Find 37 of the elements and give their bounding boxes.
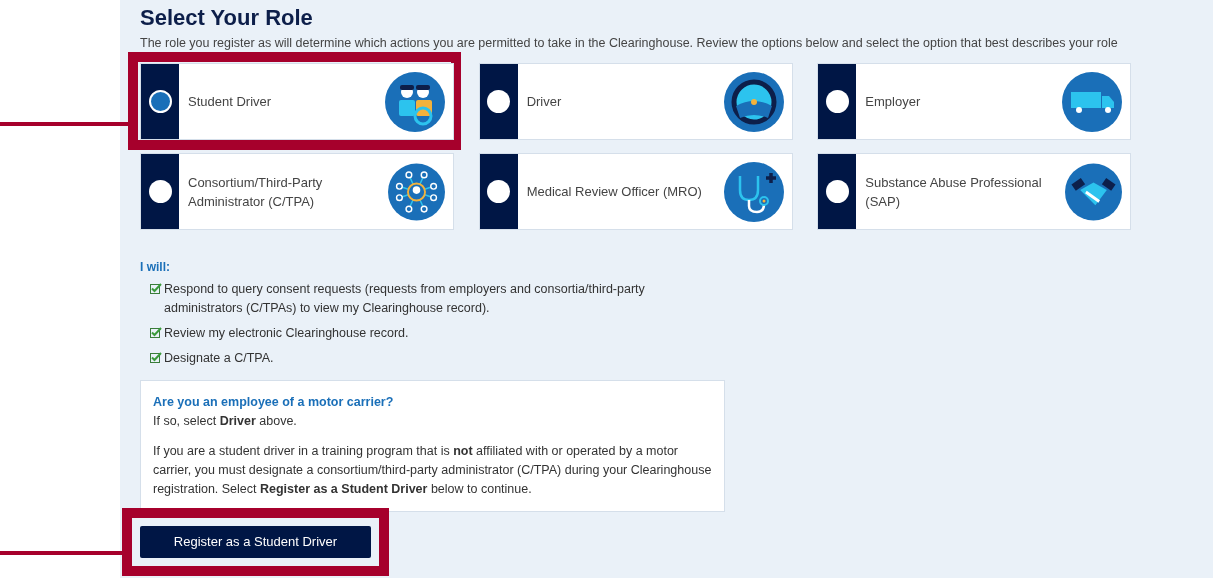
role-label: Student Driver	[188, 93, 272, 111]
check-icon	[150, 352, 162, 363]
radio-button[interactable]	[487, 90, 511, 113]
role-description: The role you register as will determine which actions you are permitted to take in the Clearinghouse. Review the options below and select the option that best describes your role	[140, 35, 1119, 52]
stethoscope-icon	[723, 161, 784, 222]
radio-button[interactable]	[148, 90, 172, 113]
role-label: Medical Review Officer (MRO)	[526, 183, 702, 201]
permission-item: Review my electronic Clearinghouse record.	[164, 325, 409, 342]
role-label: Driver	[526, 93, 562, 111]
role-card[interactable]: Student Driver	[140, 63, 454, 140]
truck-icon	[1062, 71, 1123, 132]
role-label: Substance Abuse Professional (SAP)	[865, 173, 1043, 211]
role-label: Employer	[865, 93, 921, 111]
permission-item: Designate a C/TPA.	[164, 350, 274, 367]
radio-button[interactable]	[148, 180, 172, 203]
radio-button[interactable]	[487, 180, 511, 203]
steering-wheel-icon	[723, 71, 784, 132]
role-card[interactable]: Driver	[478, 63, 793, 140]
check-icon	[150, 327, 162, 338]
role-label: Consortium/Third-Party Administrator (C/TPA)	[188, 173, 324, 211]
radio-button[interactable]	[825, 90, 849, 113]
network-icon	[388, 161, 445, 222]
role-card[interactable]: Medical Review Officer (MRO)	[478, 153, 793, 230]
role-card[interactable]: Employer	[817, 63, 1132, 140]
handshake-icon	[1065, 161, 1123, 222]
notice-heading: Are you an employee of a motor carrier?	[153, 394, 395, 411]
permissions-heading: I will:	[140, 259, 171, 276]
radio-button[interactable]	[825, 180, 849, 203]
permission-item: Respond to query consent requests (requests from employers and consortia/third-party administrators (C/TPAs) to view my Clearinghouse record).	[164, 281, 646, 317]
page-title: Select Your Role	[140, 4, 314, 32]
student-drivers-icon	[385, 71, 445, 132]
notice-text: If so, select Driver above.	[153, 413, 298, 430]
check-icon	[150, 283, 162, 294]
notice-text: If you are a student driver in a training program that is not affiliated with or operated by a motor carrier, you must designate a consortium/third-party administrator (C/TPA) during your Clearinghouse registration. Select Register as a Student Driver below to continue.	[153, 443, 712, 498]
register-button[interactable]: Register as a Student Driver	[140, 526, 371, 558]
role-card[interactable]: Consortium/Third-Party Administrator (C/TPA)	[140, 153, 454, 230]
role-card[interactable]: Substance Abuse Professional (SAP)	[817, 153, 1132, 230]
